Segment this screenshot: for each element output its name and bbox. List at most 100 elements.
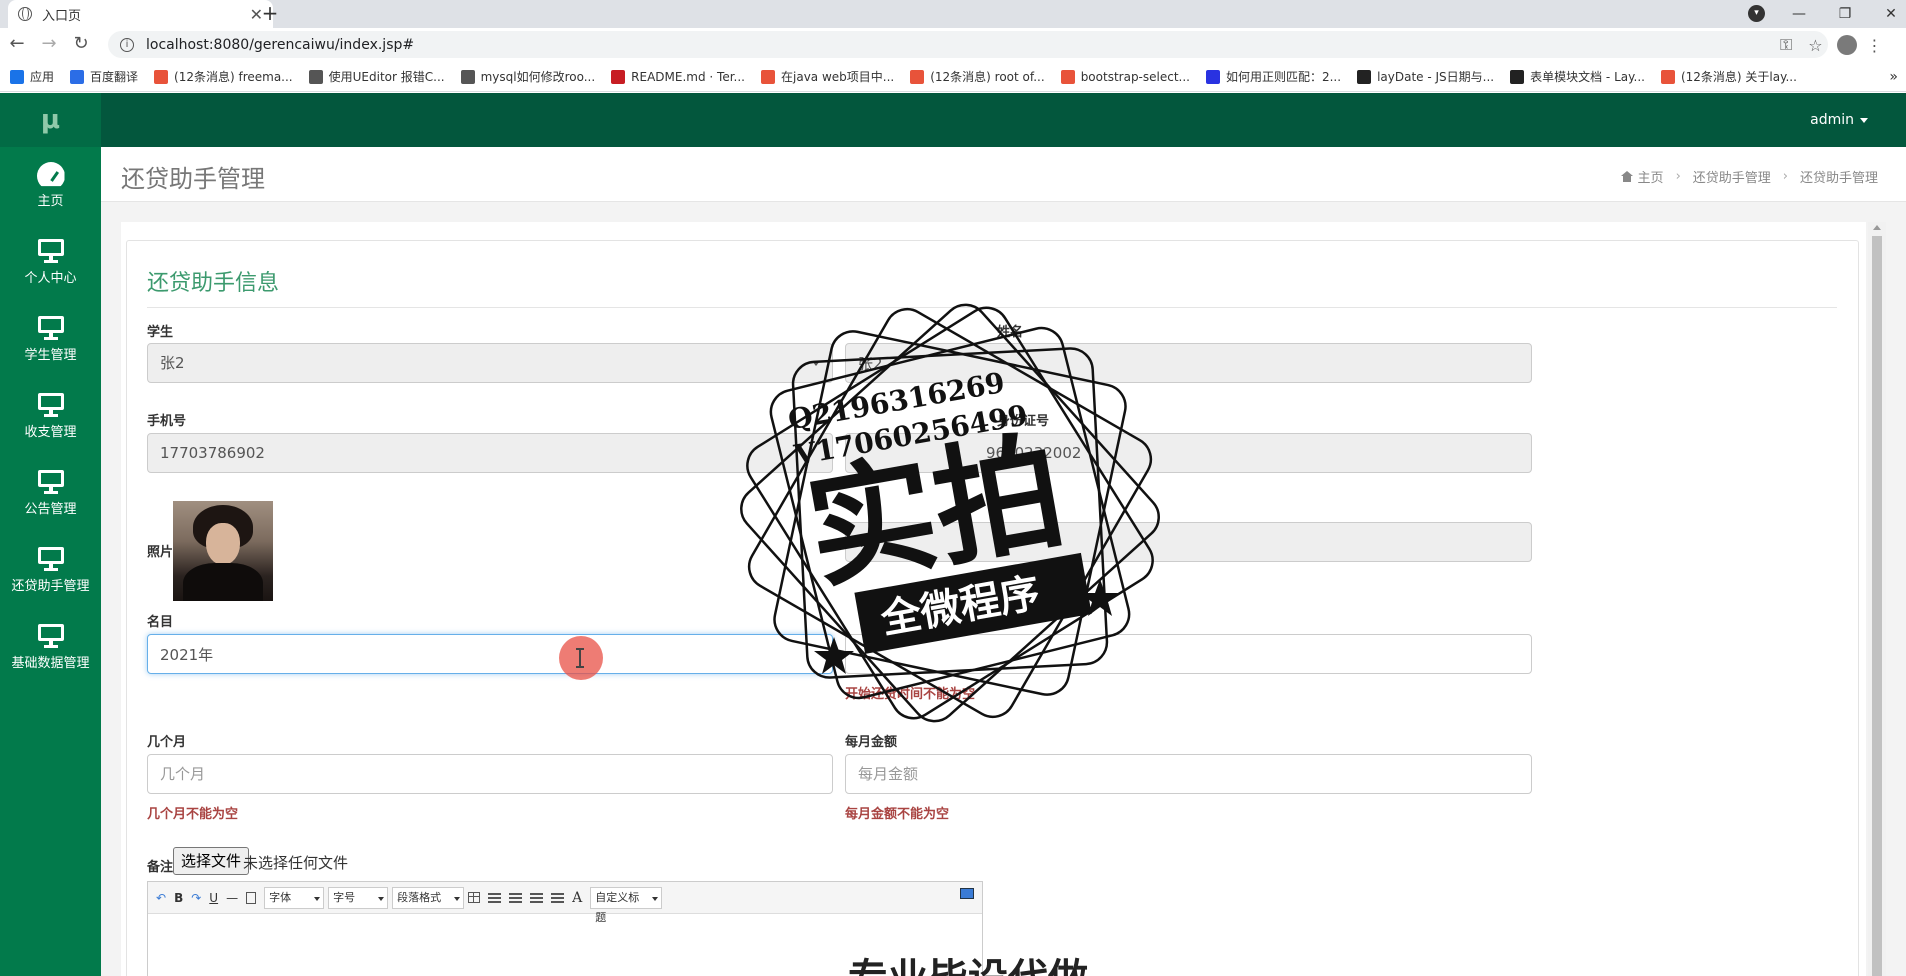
bookmark-item[interactable]: 使用UEditor 报错C... [308, 68, 445, 85]
bookmark-item[interactable]: 表单模块文档 - Lay... [1510, 68, 1645, 85]
csdn-icon [761, 69, 775, 84]
rich-text-editor: ↶ B ↷ U — 字体 字号 段落格式 A 自定义标题 [147, 881, 1088, 976]
align-right-icon[interactable] [530, 892, 544, 903]
omnibox-actions: ⚿ ☆ ⋮ [1780, 28, 1883, 62]
csdn-icon [1660, 69, 1675, 84]
fullscreen-icon[interactable] [960, 888, 974, 899]
align-center-icon[interactable] [509, 892, 523, 903]
font-size-select[interactable]: 字号 [328, 886, 389, 909]
user-menu[interactable]: admin [1810, 93, 1868, 147]
align-left-icon[interactable] [488, 892, 502, 903]
bookmark-label: (12条消息) 关于lay... [1680, 70, 1797, 84]
bookmark-item[interactable]: layDate - JS日期与... [1357, 68, 1494, 85]
back-button[interactable]: ← [2, 33, 32, 54]
bookmark-item[interactable]: 如何用正则匹配：2... [1205, 68, 1341, 85]
sidebar-item[interactable]: 学生管理 [0, 301, 101, 378]
bookmark-item[interactable]: (12条消息) freema... [154, 68, 293, 85]
text-color-button[interactable]: A [572, 890, 582, 906]
browser-tab[interactable]: 入口页 ✕ [8, 0, 273, 28]
sidebar-item-label: 收支管理 [24, 425, 77, 440]
bookmark-label: README.md · Ter... [631, 69, 745, 84]
key-icon[interactable]: ⚿ [1780, 35, 1792, 55]
custom-title-select[interactable]: 自定义标题 [590, 886, 663, 924]
forward-button[interactable]: → [34, 33, 64, 54]
editor-content[interactable]: 专业毕设代做 [848, 946, 1088, 976]
page-break-icon[interactable] [246, 891, 257, 904]
star-icon[interactable]: ☆ [1808, 36, 1822, 55]
bookmark-item[interactable]: 百度翻译 [70, 68, 138, 85]
sidebar-item-label: 公告管理 [24, 502, 77, 517]
undo-icon[interactable]: ↶ [156, 891, 166, 905]
bookmark-label: (12条消息) freema... [174, 70, 293, 84]
breadcrumb-home[interactable]: 主页 [1638, 167, 1664, 186]
tab-search-icon[interactable]: ▾ [1748, 5, 1765, 22]
form-title: 还贷助手信息 [147, 271, 280, 296]
months-label: 几个月 [147, 735, 187, 750]
bookmark-item[interactable]: README.md · Ter... [611, 69, 745, 84]
redo-icon[interactable]: ↷ [191, 891, 201, 905]
monitor-icon [37, 316, 64, 340]
sidebar-item[interactable]: 主页 [0, 147, 101, 224]
home-icon [1620, 171, 1633, 182]
sidebar-item-label: 还贷助手管理 [11, 579, 90, 594]
close-window-button[interactable]: ✕ [1868, 6, 1906, 22]
reload-button[interactable]: ↻ [66, 33, 96, 54]
url-text: localhost:8080/gerencaiwu/index.jsp# [146, 36, 415, 53]
baidu-icon [1205, 69, 1220, 84]
bookmark-item[interactable]: (12条消息) 关于lay... [1660, 68, 1797, 85]
bookmark-item[interactable]: (12条消息) root of... [910, 68, 1045, 85]
sidebar-item[interactable]: 个人中心 [0, 224, 101, 301]
monitor-icon [37, 624, 64, 648]
breadcrumb-separator: › [1675, 169, 1681, 184]
address-bar[interactable]: i localhost:8080/gerencaiwu/index.jsp# [108, 31, 1828, 58]
monthly-amount-input[interactable] [845, 754, 1532, 794]
bookmark-item[interactable]: 应用 [10, 68, 54, 85]
underline-button[interactable]: U [209, 891, 218, 905]
sidebar-item[interactable]: 还贷助手管理 [0, 532, 101, 609]
globe-icon [18, 7, 32, 21]
monitor-icon [37, 470, 64, 494]
bookmarks-overflow-icon[interactable]: » [1889, 69, 1898, 85]
page-header: 还贷助手管理 主页 › 还贷助手管理 › 还贷助手管理 [101, 147, 1906, 202]
browser-tab-strip: 入口页 ✕ + ▾ — ❐ ✕ [0, 0, 1906, 28]
months-input[interactable] [147, 754, 833, 794]
bookmark-item[interactable]: 在java web项目中... [761, 68, 894, 85]
restore-button[interactable]: ❐ [1822, 6, 1868, 22]
breadcrumb-section[interactable]: 还贷助手管理 [1693, 167, 1771, 186]
sidebar-item-label: 个人中心 [24, 271, 77, 286]
layui-icon [1510, 69, 1525, 84]
csdn-icon [154, 69, 169, 84]
student-selected-value: 张2 [160, 354, 185, 372]
sidebar-item[interactable]: 公告管理 [0, 455, 101, 532]
bookmark-item[interactable]: bootstrap-select... [1060, 69, 1190, 84]
phone-label: 手机号 [147, 414, 187, 429]
app-logo[interactable]: μ [0, 93, 101, 147]
content-scrollbar[interactable] [1868, 222, 1886, 976]
table-icon[interactable] [468, 892, 481, 903]
align-justify-icon[interactable] [551, 892, 565, 903]
scroll-up-icon[interactable] [1873, 225, 1881, 230]
sidebar-item[interactable]: 基础数据管理 [0, 609, 101, 686]
breadcrumb-current: 还贷助手管理 [1799, 171, 1878, 186]
bookmark-item[interactable]: mysql如何修改roo... [460, 68, 595, 85]
browser-menu-icon[interactable]: ⋮ [1867, 36, 1883, 55]
font-family-select[interactable]: 字体 [264, 886, 325, 909]
apps-grid-icon [10, 69, 24, 84]
months-error: 几个月不能为空 [147, 807, 239, 822]
click-indicator [559, 636, 603, 680]
horizontal-rule-icon[interactable]: — [226, 891, 238, 905]
site-info-icon[interactable]: i [120, 37, 134, 52]
translate-icon [70, 69, 85, 84]
new-tab-button[interactable]: + [256, 0, 284, 28]
bold-button[interactable]: B [174, 891, 183, 905]
choose-file-button[interactable]: 选择文件 [173, 847, 250, 875]
scrollbar-thumb[interactable] [1872, 236, 1882, 976]
sidebar-item[interactable]: 收支管理 [0, 378, 101, 455]
monitor-icon [37, 393, 64, 417]
minimize-button[interactable]: — [1776, 6, 1822, 22]
browser-toolbar: ← → ↻ i localhost:8080/gerencaiwu/index.… [0, 28, 1906, 62]
paragraph-format-select[interactable]: 段落格式 [392, 886, 465, 909]
layui-icon [1357, 69, 1372, 84]
profile-avatar-icon[interactable] [1836, 35, 1857, 55]
csdn-icon [910, 69, 925, 84]
